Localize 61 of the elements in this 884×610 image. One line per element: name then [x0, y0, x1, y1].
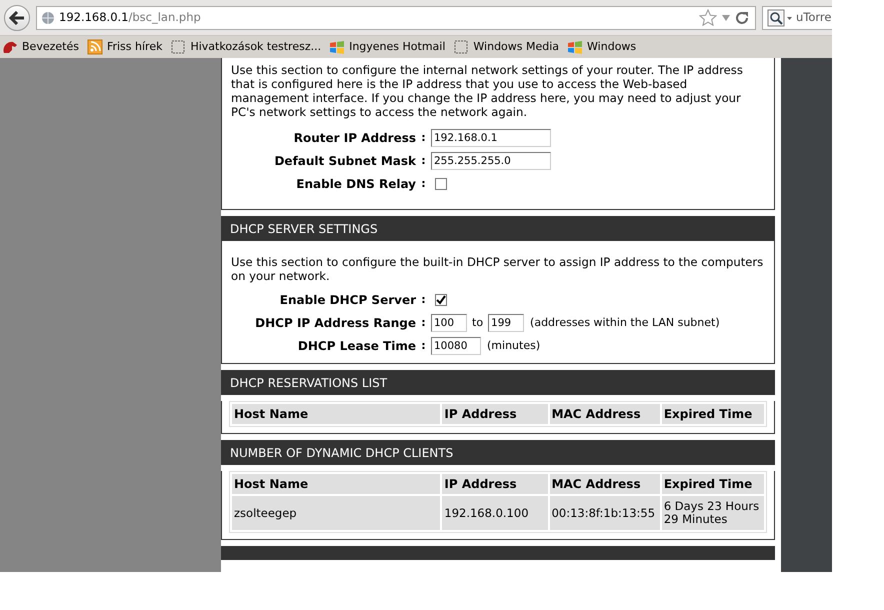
search-field[interactable]: uTorre: [762, 6, 832, 30]
back-button[interactable]: [4, 4, 30, 30]
bookmark-item[interactable]: Windows Media: [453, 38, 560, 56]
bookmark-item[interactable]: Ingyenes Hotmail: [329, 38, 446, 56]
column-header: IP Address: [442, 404, 548, 424]
section-header: DHCP RESERVATIONS LIST: [221, 370, 775, 395]
windows-logo-icon: [329, 39, 346, 55]
input-field[interactable]: 100: [431, 314, 467, 332]
column-header: Host Name: [232, 474, 440, 494]
column-header: MAC Address: [550, 404, 660, 424]
colon: :: [420, 176, 427, 192]
table-cell: zsolteegep: [232, 496, 440, 530]
range-separator: to: [472, 314, 484, 331]
column-header: Expired Time: [662, 474, 764, 494]
table-cell: 192.168.0.100: [442, 496, 548, 530]
section-description: Use this section to configure the built-in DHCP server to assign IP address to the computers on your network.: [230, 254, 764, 283]
column-header: MAC Address: [550, 474, 660, 494]
field-label: Enable DNS Relay: [295, 176, 416, 193]
colon: :: [420, 338, 427, 354]
url-text: 192.168.0.1/bsc_lan.php: [59, 8, 201, 26]
field-label: DHCP Lease Time: [296, 338, 416, 355]
table-cell: 00:13:8f:1b:13:55: [550, 496, 660, 530]
search-text: uTorre: [796, 8, 832, 26]
hint-text: (minutes): [487, 338, 540, 354]
star-icon[interactable]: [699, 9, 717, 26]
windows-logo-icon: [567, 39, 584, 55]
section-header: NUMBER OF DYNAMIC DHCP CLIENTS: [221, 440, 775, 465]
column-header: IP Address: [442, 474, 548, 494]
colon: :: [420, 152, 427, 169]
bookmark-item[interactable]: Windows: [567, 38, 636, 56]
section-header: DHCP SERVER SETTINGS: [221, 216, 775, 241]
colon: :: [420, 292, 427, 308]
field-label: Default Subnet Mask: [273, 153, 416, 170]
back-arrow-icon: [9, 10, 25, 24]
colon: :: [420, 314, 427, 331]
bookmark-item[interactable]: Bevezetés: [2, 38, 79, 56]
page-icon: [170, 39, 186, 55]
dropdown-icon[interactable]: [721, 14, 731, 22]
reload-icon[interactable]: [735, 10, 749, 24]
input-field[interactable]: 255.255.255.0: [431, 152, 551, 170]
field-label: Router IP Address: [292, 130, 416, 147]
hint-text: (addresses within the LAN subnet): [530, 314, 720, 331]
column-header: Host Name: [232, 404, 440, 424]
bookmark-item[interactable]: Friss hírek: [86, 38, 162, 56]
bookmark-item[interactable]: Hivatkozások testresz...: [170, 38, 322, 56]
colon: :: [420, 130, 427, 146]
globe-icon: [41, 10, 55, 24]
input-field[interactable]: 199: [488, 314, 524, 332]
section-description: Use this section to configure the internal network settings of your router. The IP address that is configured here is the IP address that you use to access the Web-based management interface. If you change the IP address here, you may need to adjust your PC's network settings to access the network again.: [230, 62, 744, 119]
column-header: Expired Time: [662, 404, 764, 424]
checkbox[interactable]: [435, 294, 447, 306]
field-label: Enable DHCP Server: [278, 292, 416, 309]
checkbox[interactable]: [435, 178, 447, 190]
table-cell: 6 Days 23 Hours 29 Minutes: [662, 496, 764, 530]
search-icon[interactable]: [767, 8, 793, 26]
field-label: DHCP IP Address Range: [254, 315, 416, 332]
input-field[interactable]: 192.168.0.1: [431, 129, 551, 147]
rss-icon: [86, 39, 103, 55]
page-icon: [453, 39, 470, 55]
address-bar[interactable]: 192.168.0.1/bsc_lan.php: [36, 6, 756, 30]
input-field[interactable]: 10080: [431, 337, 481, 355]
